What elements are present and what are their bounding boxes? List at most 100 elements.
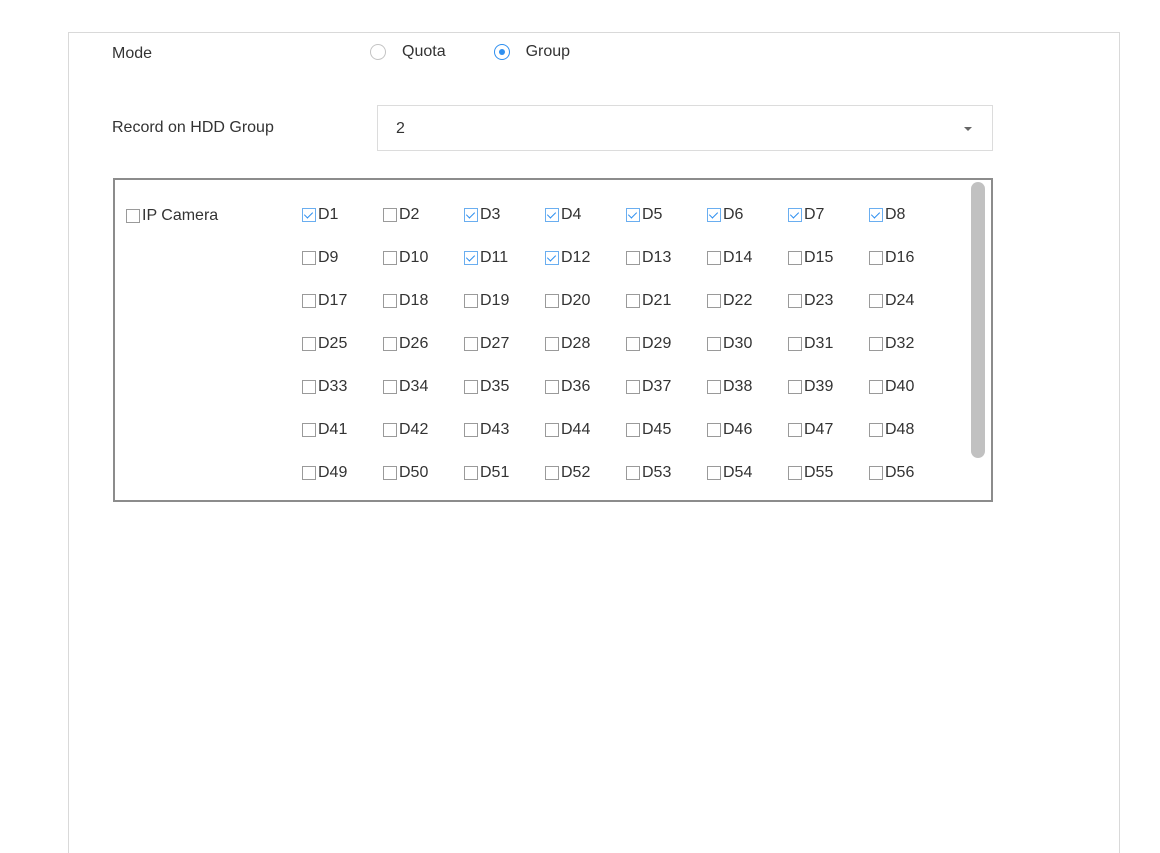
camera-item[interactable]: D15 bbox=[788, 250, 869, 293]
camera-item[interactable]: D26 bbox=[383, 336, 464, 379]
camera-checkbox[interactable] bbox=[545, 466, 559, 480]
camera-item[interactable]: D3 bbox=[464, 207, 545, 250]
camera-item[interactable]: D8 bbox=[869, 207, 950, 250]
camera-item[interactable]: D48 bbox=[869, 422, 950, 465]
camera-checkbox[interactable] bbox=[464, 251, 478, 265]
camera-checkbox[interactable] bbox=[302, 251, 316, 265]
camera-item[interactable]: D37 bbox=[626, 379, 707, 422]
camera-checkbox[interactable] bbox=[788, 466, 802, 480]
camera-item[interactable]: D35 bbox=[464, 379, 545, 422]
camera-item[interactable]: D13 bbox=[626, 250, 707, 293]
camera-checkbox[interactable] bbox=[545, 337, 559, 351]
camera-item[interactable]: D47 bbox=[788, 422, 869, 465]
camera-item[interactable]: D30 bbox=[707, 336, 788, 379]
camera-checkbox[interactable] bbox=[626, 208, 640, 222]
camera-item[interactable]: D23 bbox=[788, 293, 869, 336]
camera-checkbox[interactable] bbox=[302, 423, 316, 437]
camera-checkbox[interactable] bbox=[788, 208, 802, 222]
hdd-group-select[interactable]: 2 bbox=[377, 105, 993, 151]
camera-item[interactable]: D17 bbox=[302, 293, 383, 336]
camera-item[interactable]: D33 bbox=[302, 379, 383, 422]
camera-item[interactable]: D27 bbox=[464, 336, 545, 379]
scrollbar-thumb[interactable] bbox=[971, 182, 985, 458]
camera-checkbox[interactable] bbox=[626, 251, 640, 265]
camera-item[interactable]: D42 bbox=[383, 422, 464, 465]
camera-item[interactable]: D6 bbox=[707, 207, 788, 250]
mode-option-group[interactable]: Group bbox=[493, 43, 570, 61]
mode-option-quota[interactable]: Quota bbox=[370, 43, 446, 61]
camera-item[interactable]: D40 bbox=[869, 379, 950, 422]
camera-checkbox[interactable] bbox=[464, 208, 478, 222]
camera-checkbox[interactable] bbox=[302, 337, 316, 351]
camera-checkbox[interactable] bbox=[707, 337, 721, 351]
camera-item[interactable]: D25 bbox=[302, 336, 383, 379]
camera-item[interactable]: D11 bbox=[464, 250, 545, 293]
camera-item[interactable]: D14 bbox=[707, 250, 788, 293]
camera-checkbox[interactable] bbox=[869, 251, 883, 265]
camera-checkbox[interactable] bbox=[707, 294, 721, 308]
group-radio[interactable] bbox=[493, 44, 510, 60]
chevron-down-icon[interactable] bbox=[964, 127, 972, 131]
camera-item[interactable]: D54 bbox=[707, 465, 788, 500]
camera-item[interactable]: D46 bbox=[707, 422, 788, 465]
ip-camera-checkbox[interactable] bbox=[126, 209, 140, 223]
camera-item[interactable]: D2 bbox=[383, 207, 464, 250]
camera-item[interactable]: D28 bbox=[545, 336, 626, 379]
camera-item[interactable]: D51 bbox=[464, 465, 545, 500]
camera-item[interactable]: D10 bbox=[383, 250, 464, 293]
camera-item[interactable]: D43 bbox=[464, 422, 545, 465]
camera-checkbox[interactable] bbox=[545, 251, 559, 265]
camera-item[interactable]: D29 bbox=[626, 336, 707, 379]
camera-item[interactable]: D52 bbox=[545, 465, 626, 500]
camera-item[interactable]: D34 bbox=[383, 379, 464, 422]
camera-item[interactable]: D5 bbox=[626, 207, 707, 250]
camera-item[interactable]: D22 bbox=[707, 293, 788, 336]
camera-checkbox[interactable] bbox=[788, 294, 802, 308]
camera-checkbox[interactable] bbox=[383, 294, 397, 308]
camera-checkbox[interactable] bbox=[869, 380, 883, 394]
camera-item[interactable]: D31 bbox=[788, 336, 869, 379]
camera-checkbox[interactable] bbox=[302, 208, 316, 222]
camera-checkbox[interactable] bbox=[707, 423, 721, 437]
camera-checkbox[interactable] bbox=[788, 380, 802, 394]
camera-checkbox[interactable] bbox=[707, 251, 721, 265]
camera-item[interactable]: D56 bbox=[869, 465, 950, 500]
camera-item[interactable]: D20 bbox=[545, 293, 626, 336]
camera-checkbox[interactable] bbox=[788, 251, 802, 265]
camera-checkbox[interactable] bbox=[788, 423, 802, 437]
camera-item[interactable]: D50 bbox=[383, 465, 464, 500]
camera-checkbox[interactable] bbox=[383, 466, 397, 480]
camera-checkbox[interactable] bbox=[626, 294, 640, 308]
camera-item[interactable]: D32 bbox=[869, 336, 950, 379]
camera-checkbox[interactable] bbox=[869, 208, 883, 222]
camera-checkbox[interactable] bbox=[869, 423, 883, 437]
camera-item[interactable]: D9 bbox=[302, 250, 383, 293]
camera-checkbox[interactable] bbox=[707, 208, 721, 222]
camera-checkbox[interactable] bbox=[464, 423, 478, 437]
camera-checkbox[interactable] bbox=[383, 423, 397, 437]
camera-checkbox[interactable] bbox=[302, 466, 316, 480]
camera-checkbox[interactable] bbox=[869, 294, 883, 308]
camera-item[interactable]: D36 bbox=[545, 379, 626, 422]
camera-item[interactable]: D19 bbox=[464, 293, 545, 336]
camera-item[interactable]: D18 bbox=[383, 293, 464, 336]
camera-item[interactable]: D16 bbox=[869, 250, 950, 293]
camera-checkbox[interactable] bbox=[383, 337, 397, 351]
camera-item[interactable]: D44 bbox=[545, 422, 626, 465]
camera-checkbox[interactable] bbox=[869, 337, 883, 351]
camera-checkbox[interactable] bbox=[383, 380, 397, 394]
camera-item[interactable]: D41 bbox=[302, 422, 383, 465]
camera-checkbox[interactable] bbox=[626, 380, 640, 394]
camera-checkbox[interactable] bbox=[383, 208, 397, 222]
camera-item[interactable]: D53 bbox=[626, 465, 707, 500]
camera-item[interactable]: D1 bbox=[302, 207, 383, 250]
camera-item[interactable]: D4 bbox=[545, 207, 626, 250]
camera-checkbox[interactable] bbox=[464, 466, 478, 480]
camera-checkbox[interactable] bbox=[464, 294, 478, 308]
camera-item[interactable]: D55 bbox=[788, 465, 869, 500]
camera-checkbox[interactable] bbox=[464, 337, 478, 351]
camera-checkbox[interactable] bbox=[869, 466, 883, 480]
camera-checkbox[interactable] bbox=[545, 294, 559, 308]
camera-checkbox[interactable] bbox=[626, 423, 640, 437]
camera-checkbox[interactable] bbox=[788, 337, 802, 351]
